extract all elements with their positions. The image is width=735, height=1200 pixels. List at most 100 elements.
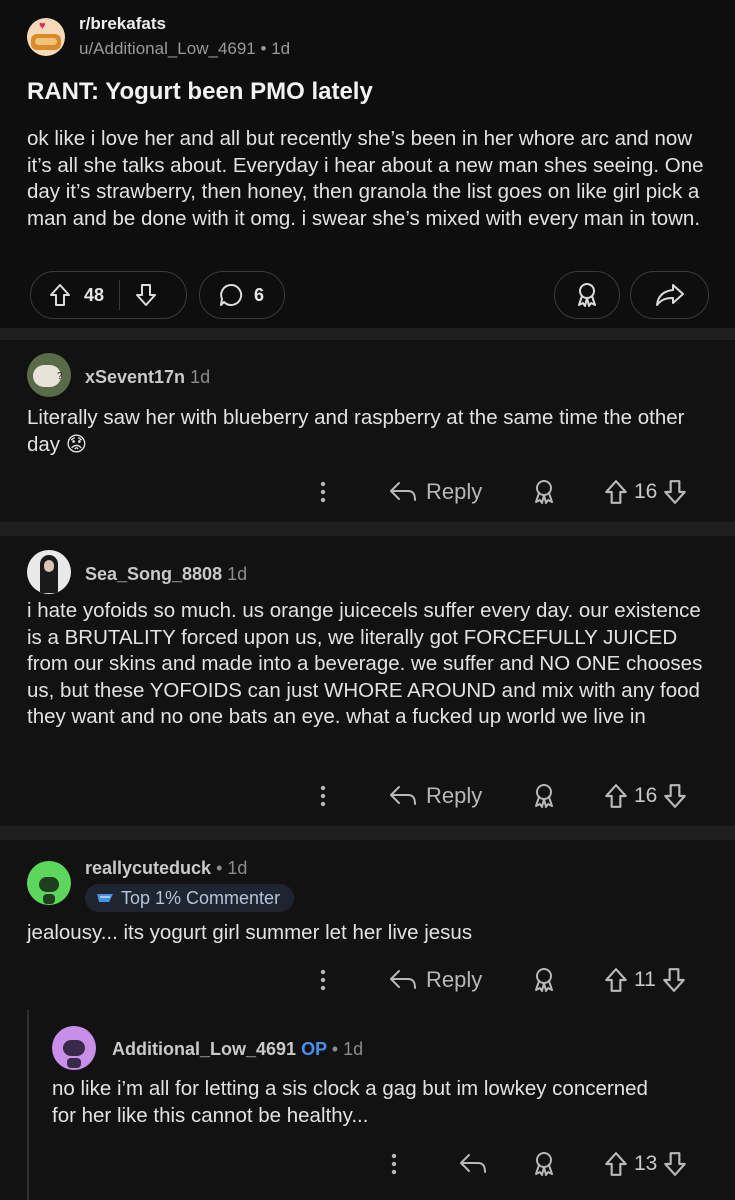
reply-button[interactable]: Reply — [388, 472, 482, 512]
vote-controls: 11 — [604, 960, 686, 1000]
downvote-button[interactable] — [135, 283, 157, 307]
upvote-count: 48 — [84, 284, 105, 305]
arrow-down-icon[interactable] — [663, 479, 687, 505]
more-options-button[interactable] — [312, 776, 334, 816]
comment-body: i hate yofoids so much. us orange juicec… — [27, 599, 703, 728]
award-icon — [535, 968, 553, 992]
comment-count: 6 — [254, 284, 265, 305]
arrow-up-icon[interactable] — [604, 783, 628, 809]
comment-actions: 13 — [0, 1144, 735, 1184]
award-icon — [535, 1152, 553, 1176]
more-vertical-icon — [320, 785, 326, 807]
username-text[interactable]: reallycuteduck — [85, 858, 211, 878]
thread-line[interactable] — [27, 1010, 29, 1200]
comment-body: no like i’m all for letting a sis clock … — [52, 1077, 648, 1127]
vote-controls: 16 — [604, 472, 687, 512]
more-options-button[interactable] — [312, 472, 334, 512]
post-author[interactable]: u/Additional_Low_4691 — [79, 39, 256, 58]
reply-label: Reply — [426, 783, 483, 808]
reply-arrow-icon — [390, 482, 416, 501]
comment-age: 1d — [343, 1039, 364, 1059]
arrow-up-icon[interactable] — [604, 1151, 628, 1177]
award-button[interactable] — [531, 1144, 557, 1184]
more-vertical-icon — [320, 969, 326, 991]
reply-button[interactable] — [458, 1144, 488, 1184]
arrow-up-icon — [50, 284, 70, 306]
comment-age: 1d — [227, 564, 248, 584]
comment-score: 16 — [634, 784, 658, 807]
avatar[interactable] — [27, 861, 71, 905]
comment-age: 1d — [227, 858, 248, 878]
arrow-up-icon[interactable] — [604, 967, 628, 993]
section-divider — [0, 826, 735, 840]
post-age: 1d — [271, 39, 291, 58]
arrow-up-icon[interactable] — [604, 479, 628, 505]
vote-controls: 16 — [604, 776, 687, 816]
top-commenter-badge: Top 1% Commenter — [85, 884, 295, 912]
award-icon — [535, 480, 553, 504]
comment-username[interactable]: Sea_Song_8808 1d — [85, 564, 247, 585]
badge-label: Top 1% Commenter — [121, 887, 281, 908]
comment-actions: Reply 16 — [0, 776, 735, 816]
meta-separator: • — [331, 1039, 339, 1059]
avatar[interactable] — [27, 550, 71, 594]
subreddit-name[interactable]: r/brekafats — [79, 14, 166, 34]
username-text[interactable]: Sea_Song_8808 — [85, 564, 222, 584]
post-title: RANT: Yogurt been PMO lately — [27, 78, 373, 105]
post-meta: u/Additional_Low_4691 • 1d — [79, 39, 290, 59]
avatar[interactable]: ? — [27, 353, 71, 397]
comment-actions: Reply 11 — [0, 960, 735, 1000]
comment-age: 1d — [190, 367, 211, 387]
award-icon — [535, 784, 553, 808]
top-commenter-icon — [97, 894, 113, 902]
op-badge: OP — [301, 1039, 327, 1059]
share-button[interactable] — [630, 271, 709, 319]
reply-label: Reply — [426, 479, 483, 504]
vote-bar: 48 — [30, 271, 187, 319]
comment-card: Sea_Song_8808 1d i hate yofoids so much.… — [0, 536, 735, 826]
post-card: ♥ r/brekafats u/Additional_Low_4691 • 1d… — [0, 0, 735, 328]
reply-button[interactable]: Reply — [388, 776, 482, 816]
comment-bubble-icon — [220, 283, 243, 306]
comment-username[interactable]: Additional_Low_4691 OP • 1d — [112, 1039, 363, 1060]
comment-username[interactable]: xSevent17n 1d — [85, 367, 210, 388]
upvote-button[interactable] — [49, 283, 71, 307]
comment-body: jealousy... its yogurt girl summer let h… — [27, 921, 473, 944]
vote-controls: 13 — [604, 1144, 687, 1184]
more-vertical-icon — [391, 1153, 397, 1175]
reply-button[interactable]: Reply — [388, 960, 482, 1000]
more-options-button[interactable] — [383, 1144, 405, 1184]
section-divider — [0, 522, 735, 536]
subreddit-avatar[interactable]: ♥ — [27, 18, 65, 56]
award-button[interactable] — [531, 776, 557, 816]
arrow-down-icon — [136, 284, 157, 306]
comments-button[interactable]: 6 — [199, 271, 285, 319]
section-divider — [0, 328, 735, 340]
username-text[interactable]: xSevent17n — [85, 367, 185, 387]
comment-body: Literally saw her with blueberry and ras… — [27, 406, 685, 456]
meta-separator: • — [216, 858, 223, 878]
arrow-down-icon[interactable] — [663, 1151, 687, 1177]
award-button[interactable] — [531, 960, 557, 1000]
comment-actions: Reply 16 — [0, 472, 735, 512]
comment-score: 13 — [634, 1152, 658, 1175]
reply-arrow-icon — [390, 970, 416, 989]
share-icon — [655, 284, 684, 306]
arrow-down-icon[interactable] — [663, 783, 687, 809]
reply-arrow-icon — [390, 786, 416, 805]
more-vertical-icon — [320, 481, 326, 503]
award-button[interactable] — [531, 472, 557, 512]
comment-score: 16 — [634, 480, 658, 503]
more-options-button[interactable] — [312, 960, 334, 1000]
vote-divider — [119, 280, 121, 310]
award-button[interactable] — [554, 271, 620, 319]
comment-username[interactable]: reallycuteduck • 1d — [85, 858, 247, 879]
post-body: ok like i love her and all but recently … — [27, 127, 704, 230]
reply-arrow-icon — [460, 1154, 486, 1173]
avatar[interactable] — [52, 1026, 96, 1070]
comment-card: ? xSevent17n 1d Literally saw her with b… — [0, 340, 735, 522]
comment-score: 11 — [634, 968, 656, 991]
reply-label: Reply — [426, 967, 483, 992]
username-text[interactable]: Additional_Low_4691 — [112, 1039, 296, 1059]
arrow-down-icon[interactable] — [662, 967, 686, 993]
